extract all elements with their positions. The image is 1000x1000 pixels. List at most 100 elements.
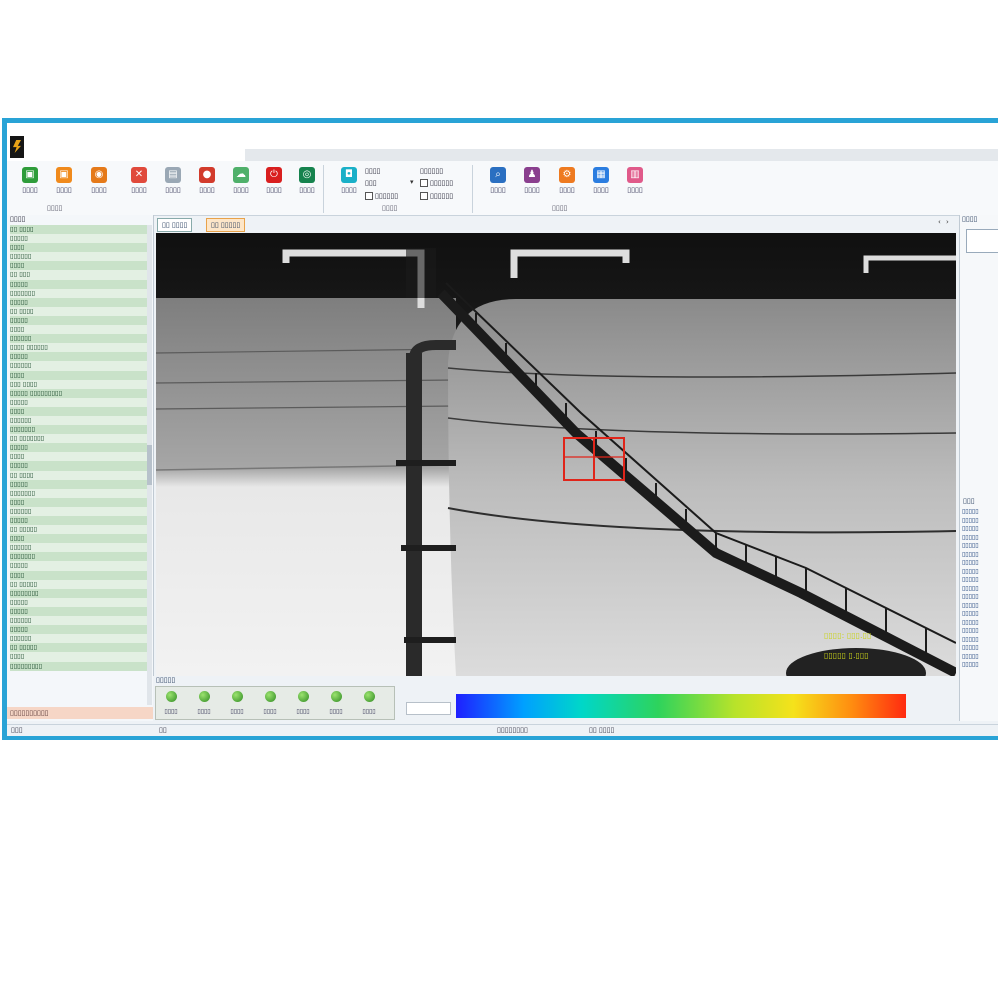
right-list-item[interactable]: ▯▯▯▯▯ bbox=[962, 508, 998, 517]
tree-item[interactable]: ▯▯▯▯▯ bbox=[10, 561, 149, 571]
tree-item[interactable]: ▯▯▯▯ bbox=[10, 497, 149, 507]
tree-item[interactable]: ▯▯▯▯▯ bbox=[10, 297, 149, 307]
tree-item[interactable]: ▯▯▯▯▯ bbox=[10, 461, 149, 471]
tree-item[interactable]: ▯▯▯▯ bbox=[10, 370, 149, 380]
tree-item[interactable]: ▯▯▯▯▯▯ bbox=[10, 616, 149, 626]
right-list-item[interactable]: ▯▯▯▯▯ bbox=[962, 517, 998, 526]
ribbon-button-15[interactable]: ▥ ▯▯▯▯ bbox=[615, 167, 655, 201]
right-list-item[interactable]: ▯▯▯▯▯ bbox=[962, 585, 998, 594]
tree-item[interactable]: ▯▯▯▯ bbox=[10, 261, 149, 271]
tree-item[interactable]: ▯▯ ▯▯▯▯ bbox=[10, 225, 149, 235]
right-list-item[interactable]: ▯▯▯▯▯ bbox=[962, 559, 998, 568]
ribbon-option-6[interactable]: ▯▯▯▯▯▯ bbox=[420, 192, 453, 200]
tree-item[interactable]: ▯▯ ▯▯▯ bbox=[10, 270, 149, 280]
right-list-item[interactable]: ▯▯▯▯▯ bbox=[962, 644, 998, 653]
tree-item[interactable]: ▯▯▯▯▯ bbox=[10, 234, 149, 244]
tree-item[interactable]: ▯▯▯▯ bbox=[10, 534, 149, 544]
right-list-item[interactable]: ▯▯▯▯▯ bbox=[962, 534, 998, 543]
checkbox[interactable] bbox=[365, 192, 373, 200]
right-list-item[interactable]: ▯▯▯▯▯ bbox=[962, 542, 998, 551]
ribbon-option-5[interactable]: ▯▯▯▯▯▯ bbox=[420, 179, 453, 187]
right-list-item[interactable]: ▯▯▯▯▯ bbox=[962, 568, 998, 577]
ribbon-option-2[interactable]: ▯▯▯ bbox=[365, 179, 377, 187]
status-panel-header: ▯▯▯▯▯ bbox=[156, 676, 176, 684]
tree-item[interactable]: ▯▯ ▯▯▯▯▯ bbox=[10, 525, 149, 535]
tree-item[interactable]: ▯▯▯▯▯▯▯ bbox=[10, 552, 149, 562]
ribbon-option-label: ▯▯▯▯▯▯ bbox=[420, 167, 444, 175]
color-scale-input[interactable] bbox=[406, 702, 451, 715]
tree-item[interactable]: ▯▯▯▯▯ bbox=[10, 516, 149, 526]
ribbon-button-2[interactable]: ▣ ▯▯▯▯ bbox=[44, 167, 84, 201]
right-list-item[interactable]: ▯▯▯▯▯ bbox=[962, 653, 998, 662]
ribbon-button-12[interactable]: ♟ ▯▯▯▯ bbox=[512, 167, 552, 201]
tree-item[interactable]: ▯▯▯▯▯ bbox=[10, 479, 149, 489]
tree-item[interactable]: ▯▯▯▯▯▯ bbox=[10, 361, 149, 371]
tree-item[interactable]: ▯▯ ▯▯▯▯▯ bbox=[10, 579, 149, 589]
tree-scrollbar[interactable] bbox=[147, 225, 152, 705]
status-left: ▯▯▯ bbox=[11, 726, 23, 734]
tree-item[interactable]: ▯▯▯▯▯▯ bbox=[10, 415, 149, 426]
tree-item[interactable]: ▯▯▯▯▯ bbox=[10, 352, 149, 362]
tree-item[interactable]: ▯▯▯▯▯ bbox=[10, 443, 149, 453]
tree-item[interactable]: ▯▯▯▯ bbox=[10, 325, 149, 335]
chevron-down-icon[interactable]: ▾ bbox=[410, 178, 414, 186]
app-window: ▣ ▯▯▯▯ ▣ ▯▯▯▯ ◉ ▯▯▯▯ ✕ ▯▯▯▯ ▤ ▯▯▯▯ ● ▯▯▯▯ ☁ ▯▯▯▯ ⏻ ▯▯▯▯… bbox=[2, 118, 998, 740]
tree-item[interactable]: ▯▯▯▯▯▯ bbox=[10, 543, 149, 553]
tree-item[interactable]: ▯▯ ▯▯▯▯▯▯▯ bbox=[10, 434, 149, 444]
tree-item[interactable]: ▯▯ ▯▯▯▯ bbox=[10, 470, 149, 480]
ribbon-group-label: ▯▯▯▯ bbox=[47, 204, 63, 212]
scrollbar-thumb[interactable] bbox=[147, 445, 152, 485]
tree-item[interactable]: ▯▯▯▯▯▯ bbox=[10, 634, 149, 644]
tree-item[interactable]: ▯▯▯▯ bbox=[10, 406, 149, 416]
tree-item[interactable]: ▯▯▯▯▯▯▯ bbox=[10, 425, 149, 435]
checkbox[interactable] bbox=[420, 179, 428, 187]
tree-item[interactable]: ▯▯▯▯▯▯▯ bbox=[10, 488, 149, 498]
tree-item[interactable]: ▯▯▯▯▯ ▯▯▯▯▯▯▯▯▯ bbox=[10, 388, 149, 398]
tree-item[interactable]: ▯▯▯▯ bbox=[10, 243, 149, 253]
right-list-item[interactable]: ▯▯▯▯▯ bbox=[962, 619, 998, 628]
ribbon-button-10[interactable]: ◘ ▯▯▯▯ bbox=[329, 167, 369, 201]
ribbon-option-3[interactable]: ▯▯▯▯▯▯ bbox=[365, 192, 398, 200]
tree-item[interactable]: ▯▯▯▯▯ bbox=[10, 315, 149, 326]
tree-item[interactable]: ▯▯▯▯ bbox=[10, 452, 149, 462]
tree-item[interactable]: ▯▯▯▯ ▯▯▯▯▯▯ bbox=[10, 343, 149, 353]
tab-video-2[interactable]: ▯▯ ▯▯▯▯▯ bbox=[206, 218, 246, 232]
tree-item[interactable]: ▯▯ ▯▯▯▯▯ bbox=[10, 643, 149, 653]
right-list-item[interactable]: ▯▯▯▯▯ bbox=[962, 551, 998, 560]
ribbon-button-3[interactable]: ◉ ▯▯▯▯ bbox=[79, 167, 119, 201]
ribbon-option-4[interactable]: ▯▯▯▯▯▯ bbox=[420, 167, 443, 175]
tree-item[interactable]: ▯▯▯▯▯▯▯▯ bbox=[10, 588, 149, 598]
tree-item[interactable]: ▯▯▯ ▯▯▯▯ bbox=[10, 379, 149, 389]
right-list-item[interactable]: ▯▯▯▯▯ bbox=[962, 593, 998, 602]
tree-item[interactable]: ▯▯▯▯▯▯▯ bbox=[10, 288, 149, 298]
right-list-item[interactable]: ▯▯▯▯▯ bbox=[962, 576, 998, 585]
right-list-item[interactable]: ▯▯▯▯▯ bbox=[962, 627, 998, 636]
tree-item[interactable]: ▯▯▯▯▯ bbox=[10, 397, 149, 407]
tree-item[interactable]: ▯▯▯▯▯ bbox=[10, 279, 149, 289]
right-list-item[interactable]: ▯▯▯▯▯ bbox=[962, 636, 998, 645]
tree-item[interactable]: ▯▯▯▯ bbox=[10, 652, 149, 662]
tree-item[interactable]: ▯▯▯▯▯▯▯▯▯ bbox=[10, 661, 149, 671]
ribbon-divider bbox=[323, 165, 324, 213]
tree-item[interactable]: ▯▯▯▯▯▯ bbox=[10, 506, 149, 516]
right-list-item[interactable]: ▯▯▯▯▯ bbox=[962, 610, 998, 619]
right-panel-button[interactable] bbox=[966, 229, 998, 253]
ribbon-button-9[interactable]: ◎ ▯▯▯▯ bbox=[287, 167, 327, 201]
tab-video-1[interactable]: ▯▯ ▯▯▯▯ bbox=[157, 218, 193, 232]
tree-item[interactable]: ▯▯▯▯▯ bbox=[10, 606, 149, 617]
tree-item[interactable]: ▯▯▯▯▯▯ bbox=[10, 252, 149, 262]
tab-next-icon[interactable]: › bbox=[946, 218, 949, 226]
tree-item[interactable]: ▯▯▯▯ bbox=[10, 570, 149, 580]
right-list-item[interactable]: ▯▯▯▯▯ bbox=[962, 525, 998, 534]
right-list-item[interactable]: ▯▯▯▯▯ bbox=[962, 661, 998, 670]
tree-item[interactable]: ▯▯▯▯▯ bbox=[10, 597, 149, 607]
checkbox[interactable] bbox=[420, 192, 428, 200]
tree-item[interactable]: ▯▯▯▯▯▯ bbox=[10, 334, 149, 344]
close-x-icon: ✕ bbox=[131, 167, 147, 183]
thermal-video-view[interactable]: ▯▯▯▯: ▯▯▯.▯▯ ▯▯▯▯▯ ▯.▯▯▯ bbox=[156, 233, 956, 676]
tree-item[interactable]: ▯▯▯▯▯ bbox=[10, 625, 149, 635]
tree-item[interactable]: ▯▯ ▯▯▯▯ bbox=[10, 306, 149, 316]
tab-prev-icon[interactable]: ‹ bbox=[938, 218, 941, 226]
ribbon-option-1[interactable]: ▯▯▯▯ bbox=[365, 167, 380, 175]
right-list-item[interactable]: ▯▯▯▯▯ bbox=[962, 602, 998, 611]
